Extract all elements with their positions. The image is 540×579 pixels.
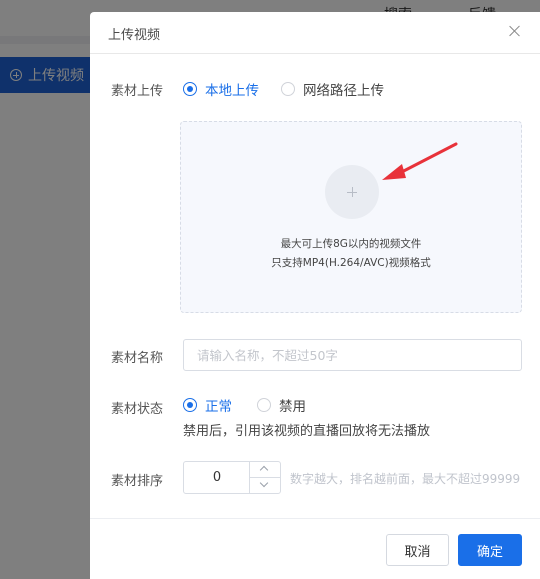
decrement-button[interactable] [250,478,280,494]
confirm-button[interactable]: 确定 [458,534,522,566]
radio-dot [183,398,197,412]
radio-label: 正常 [205,399,232,415]
chevron-down-icon [259,478,269,487]
dialog-header: 上传视频 [90,12,540,54]
radio-network-upload[interactable]: 网络路径上传 [281,79,384,99]
sort-value[interactable]: 0 [184,462,250,493]
radio-local-upload[interactable]: 本地上传 [183,79,259,99]
dialog-title: 上传视频 [108,28,161,43]
upload-dropzone[interactable]: 最大可上传8G以内的视频文件 只支持MP4(H.264/AVC)视频格式 [180,121,522,313]
red-arrow-annotation-icon [382,142,458,180]
radio-status-disabled[interactable]: 禁用 [257,395,306,415]
close-icon[interactable] [508,24,522,38]
radio-label: 禁用 [279,399,306,415]
upload-hint-format: 只支持MP4(H.264/AVC)视频格式 [271,257,431,269]
sort-stepper[interactable]: 0 [183,461,281,494]
status-disable-hint: 禁用后，引用该视频的直播回放将无法播放 [183,424,431,439]
upload-video-dialog: 上传视频 素材上传 本地上传 网络路径上传 最大可上传8G以内的视频文件 只支持… [90,12,540,579]
upload-hint-size: 最大可上传8G以内的视频文件 [280,238,422,250]
material-status-label: 素材状态 [111,402,164,417]
cancel-button[interactable]: 取消 [386,534,449,566]
radio-label: 本地上传 [205,83,259,99]
radio-dot [257,398,271,412]
radio-status-normal[interactable]: 正常 [183,395,232,415]
radio-dot [281,82,295,96]
footer-divider [90,518,540,519]
stepper-buttons [249,462,280,493]
radio-dot [183,82,197,96]
chevron-up-icon [259,465,269,475]
increment-button[interactable] [250,462,280,478]
material-sort-label: 素材排序 [111,474,164,489]
material-name-label: 素材名称 [111,351,164,366]
plus-icon[interactable] [325,165,379,219]
sort-hint: 数字越大，排名越前面，最大不超过99999 [290,472,521,486]
material-upload-label: 素材上传 [111,84,164,99]
material-name-input[interactable] [183,339,522,371]
radio-label: 网络路径上传 [303,83,384,99]
